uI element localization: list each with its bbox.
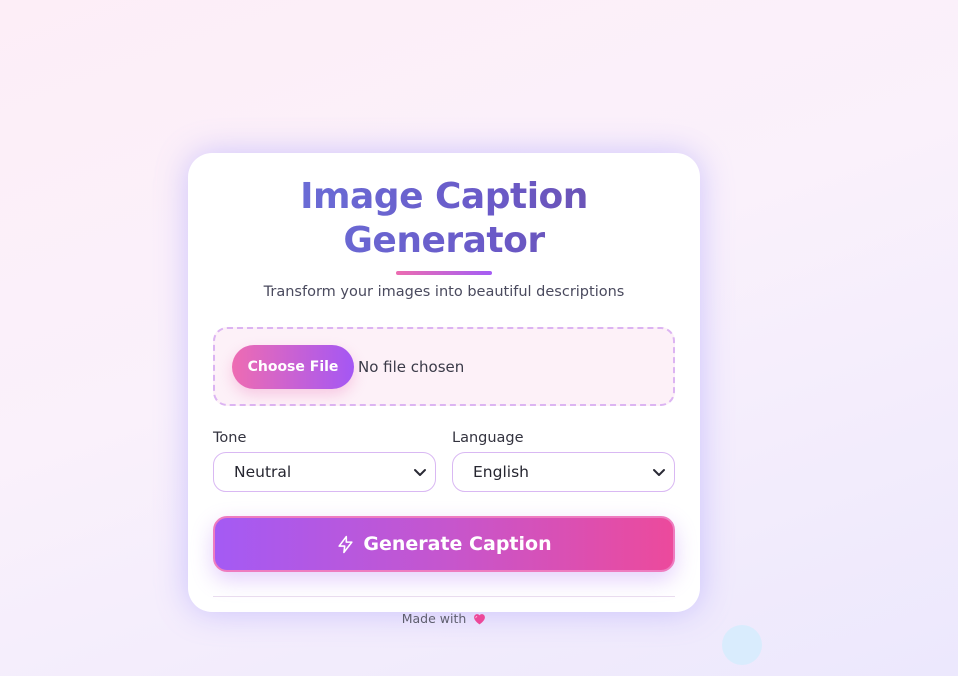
footer-text: Made with: [401, 611, 467, 626]
decorative-bubble: [722, 625, 762, 665]
footer-divider: [213, 596, 675, 597]
language-field: Language English: [452, 430, 675, 492]
lightning-bolt-icon: [338, 535, 354, 553]
generate-caption-label: Generate Caption: [363, 533, 552, 555]
page-subtitle: Transform your images into beautiful des…: [263, 284, 625, 300]
language-select[interactable]: English: [452, 452, 675, 492]
language-label: Language: [452, 430, 524, 446]
chevron-down-icon: [414, 469, 426, 476]
tone-selected-value: Neutral: [234, 463, 292, 481]
footer: Made with: [213, 611, 675, 626]
options-row: Tone Neutral Language English: [213, 430, 675, 492]
tone-label: Tone: [213, 430, 247, 446]
tone-select[interactable]: Neutral: [213, 452, 436, 492]
caption-card: Image Caption Generator Transform your i…: [188, 153, 700, 626]
page-title: Image Caption Generator: [213, 153, 675, 263]
choose-file-button[interactable]: Choose File: [232, 344, 354, 389]
generate-caption-button[interactable]: Generate Caption: [213, 516, 675, 572]
language-selected-value: English: [473, 463, 529, 481]
heart-icon: [474, 614, 486, 625]
tone-field: Tone Neutral: [213, 430, 436, 492]
title-underline: [396, 271, 492, 275]
file-status-text: No file chosen: [358, 357, 465, 376]
file-upload-dropzone[interactable]: Choose File No file chosen: [213, 327, 675, 406]
chevron-down-icon: [653, 469, 665, 476]
